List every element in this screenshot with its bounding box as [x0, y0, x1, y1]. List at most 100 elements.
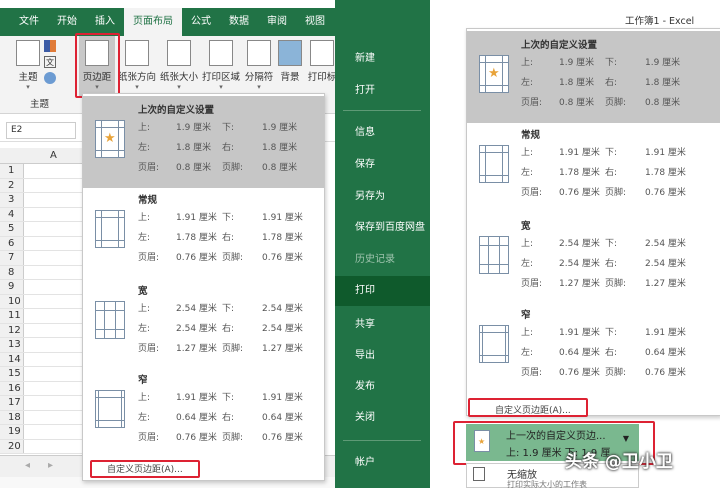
- margin-option[interactable]: 窄上: 1.91 厘米 下: 1.91 厘米 左: 0.64 厘米 右: 0.64 厘米 页眉:…: [467, 301, 720, 393]
- footer-value: 0.76 厘米: [262, 253, 303, 263]
- row-number[interactable]: 4: [0, 207, 24, 221]
- tab-5[interactable]: 数据: [220, 8, 258, 36]
- margin-line: [502, 56, 503, 92]
- bottom-value: 1.9 厘米: [645, 58, 681, 68]
- margin-values: 上: 2.54 厘米 下: 2.54 厘米 左: 2.54 厘米 右: 2.54 厘米 页眉: 1…: [138, 301, 306, 354]
- name-box[interactable]: E2: [6, 122, 76, 139]
- margin-option[interactable]: 常规 上: 1.91 厘米 下: 1.91 厘米 左: 1.78 厘米 右: 1.78 厘米 页眉…: [467, 121, 720, 213]
- orientation-button[interactable]: 纸张方向 ▾: [118, 40, 156, 91]
- row-number[interactable]: 18: [0, 410, 24, 424]
- print-area-label: 打印区域: [201, 72, 240, 83]
- custom-margins-icon: ★: [479, 55, 509, 93]
- tab-2[interactable]: 插入: [86, 8, 124, 36]
- size-button[interactable]: 纸张大小 ▾: [158, 40, 200, 91]
- normal-margins-icon: [95, 210, 125, 248]
- tab-1[interactable]: 开始: [48, 8, 86, 36]
- margin-option[interactable]: 上次的自定义设置 ★ 上: 1.9 厘米 下: 1.9 厘米 左: 1.8 厘米 右: 1.8 厘…: [467, 31, 720, 123]
- margin-option[interactable]: 宽上: 2.54 厘米 下: 2.54 厘米 左: 2.54 厘米 右: 2.54 厘米 页眉:…: [83, 277, 324, 369]
- theme-options[interactable]: 文: [44, 40, 58, 84]
- margin-option[interactable]: 宽上: 2.54 厘米 下: 2.54 厘米 左: 2.54 厘米 右: 2.54 厘米 页眉:…: [467, 212, 720, 304]
- backstage-item-11[interactable]: 关闭: [335, 403, 430, 433]
- header-value: 1.27 厘米: [559, 279, 600, 289]
- margin-option[interactable]: 窄上: 1.91 厘米 下: 1.91 厘米 左: 0.64 厘米 右: 0.64 厘米 页眉:…: [83, 366, 324, 458]
- left-label: 左:: [521, 78, 534, 88]
- top-label: 上:: [521, 328, 534, 338]
- row-number[interactable]: 12: [0, 323, 24, 337]
- row-number[interactable]: 6: [0, 236, 24, 250]
- row-number[interactable]: 7: [0, 251, 24, 265]
- header-value: 0.8 厘米: [176, 163, 212, 173]
- themes-icon: [16, 40, 40, 66]
- scroll-right-icon[interactable]: ▸: [48, 460, 53, 471]
- backstage-item-7[interactable]: 打印: [335, 276, 430, 306]
- scroll-left-icon[interactable]: ◂: [25, 460, 30, 471]
- margin-line: [480, 264, 508, 265]
- footer-value: 0.8 厘米: [645, 98, 681, 108]
- margin-option[interactable]: 上次的自定义设置 ★ 上: 1.9 厘米 下: 1.9 厘米 左: 1.8 厘米 右: 1.8 厘…: [83, 96, 324, 188]
- margin-values: 上: 1.9 厘米 下: 1.9 厘米 左: 1.8 厘米 右: 1.8 厘米 页眉: 0.8 厘…: [138, 120, 306, 173]
- row-number[interactable]: 9: [0, 280, 24, 294]
- excel-backstage-print: 新建 打开 信息 保存 另存为 保存到百度网盘 历史记录 打印 共享 导出 发布 关闭 帐户 工作簿1 …: [335, 0, 720, 489]
- row-number[interactable]: 5: [0, 222, 24, 236]
- tab-3[interactable]: 页面布局: [124, 8, 182, 36]
- backstage-item-5[interactable]: 保存到百度网盘: [335, 213, 430, 243]
- row-number[interactable]: 16: [0, 381, 24, 395]
- row-number[interactable]: 8: [0, 265, 24, 279]
- print-titles-button[interactable]: 打印标: [306, 40, 335, 83]
- row-number[interactable]: 1: [0, 164, 24, 178]
- background-button[interactable]: 背景: [278, 40, 302, 83]
- breaks-button[interactable]: 分隔符 ▾: [243, 40, 275, 91]
- footer-label: 页脚:: [222, 253, 244, 263]
- sheet-row: 3: [0, 193, 82, 208]
- print-area-button[interactable]: 打印区域 ▾: [200, 40, 242, 91]
- backstage-item-12[interactable]: 帐户: [335, 448, 430, 478]
- margin-option-title: 常规: [521, 130, 541, 141]
- footer-value: 0.8 厘米: [262, 163, 298, 173]
- backstage-item-1[interactable]: 打开: [335, 76, 430, 106]
- top-label: 上:: [521, 148, 534, 158]
- row-number[interactable]: 19: [0, 425, 24, 439]
- margin-option-title: 宽: [521, 221, 531, 232]
- row-number[interactable]: 2: [0, 178, 24, 192]
- backstage-item-9[interactable]: 导出: [335, 341, 430, 371]
- backstage-item-8[interactable]: 共享: [335, 310, 430, 340]
- bottom-label: 下:: [222, 304, 235, 314]
- backstage-item-0[interactable]: 新建: [335, 44, 430, 74]
- ribbon-tabs: 文件 开始 插入 页面布局 公式 数据 审阅 视图: [0, 8, 335, 36]
- row-number[interactable]: 14: [0, 352, 24, 366]
- backstage-item-4[interactable]: 另存为: [335, 182, 430, 212]
- tab-4[interactable]: 公式: [182, 8, 220, 36]
- backstage-item-2[interactable]: 信息: [335, 118, 430, 148]
- left-value: 1.8 厘米: [559, 78, 595, 88]
- tab-6[interactable]: 审阅: [258, 8, 296, 36]
- tab-0[interactable]: 文件: [10, 8, 48, 36]
- background-label: 背景: [280, 72, 300, 83]
- row-number[interactable]: 11: [0, 309, 24, 323]
- footer-value: 1.27 厘米: [645, 279, 686, 289]
- backstage-item-6[interactable]: 历史记录: [335, 245, 430, 275]
- backstage-item-10[interactable]: 发布: [335, 372, 430, 402]
- row-number[interactable]: 13: [0, 338, 24, 352]
- theme-group-label: 主题: [30, 99, 50, 110]
- column-a-header[interactable]: A: [50, 150, 57, 161]
- row-number[interactable]: 20: [0, 439, 24, 453]
- row-number[interactable]: 3: [0, 193, 24, 207]
- bottom-value: 1.91 厘米: [262, 213, 303, 223]
- tab-7[interactable]: 视图: [296, 8, 334, 36]
- top-value: 1.91 厘米: [559, 148, 600, 158]
- sheet-row: 20: [0, 439, 82, 454]
- row-number[interactable]: 15: [0, 367, 24, 381]
- right-label: 右:: [222, 413, 235, 423]
- sheet-row: 7: [0, 251, 82, 266]
- row-number[interactable]: 17: [0, 396, 24, 410]
- header-label: 页眉:: [138, 433, 160, 443]
- margin-option-title: 窄: [521, 310, 531, 321]
- backstage-item-3[interactable]: 保存: [335, 150, 430, 180]
- margin-line: [499, 237, 500, 273]
- sheet-row: 10: [0, 294, 82, 309]
- margin-option[interactable]: 常规 上: 1.91 厘米 下: 1.91 厘米 左: 1.78 厘米 右: 1.78 厘米 页眉…: [83, 186, 324, 278]
- row-number[interactable]: 10: [0, 294, 24, 308]
- themes-button[interactable]: 主题 ▾: [14, 40, 42, 91]
- margin-values: 上: 2.54 厘米 下: 2.54 厘米 左: 2.54 厘米 右: 2.54 厘米 页眉: 1…: [521, 236, 689, 289]
- header-label: 页眉:: [521, 188, 543, 198]
